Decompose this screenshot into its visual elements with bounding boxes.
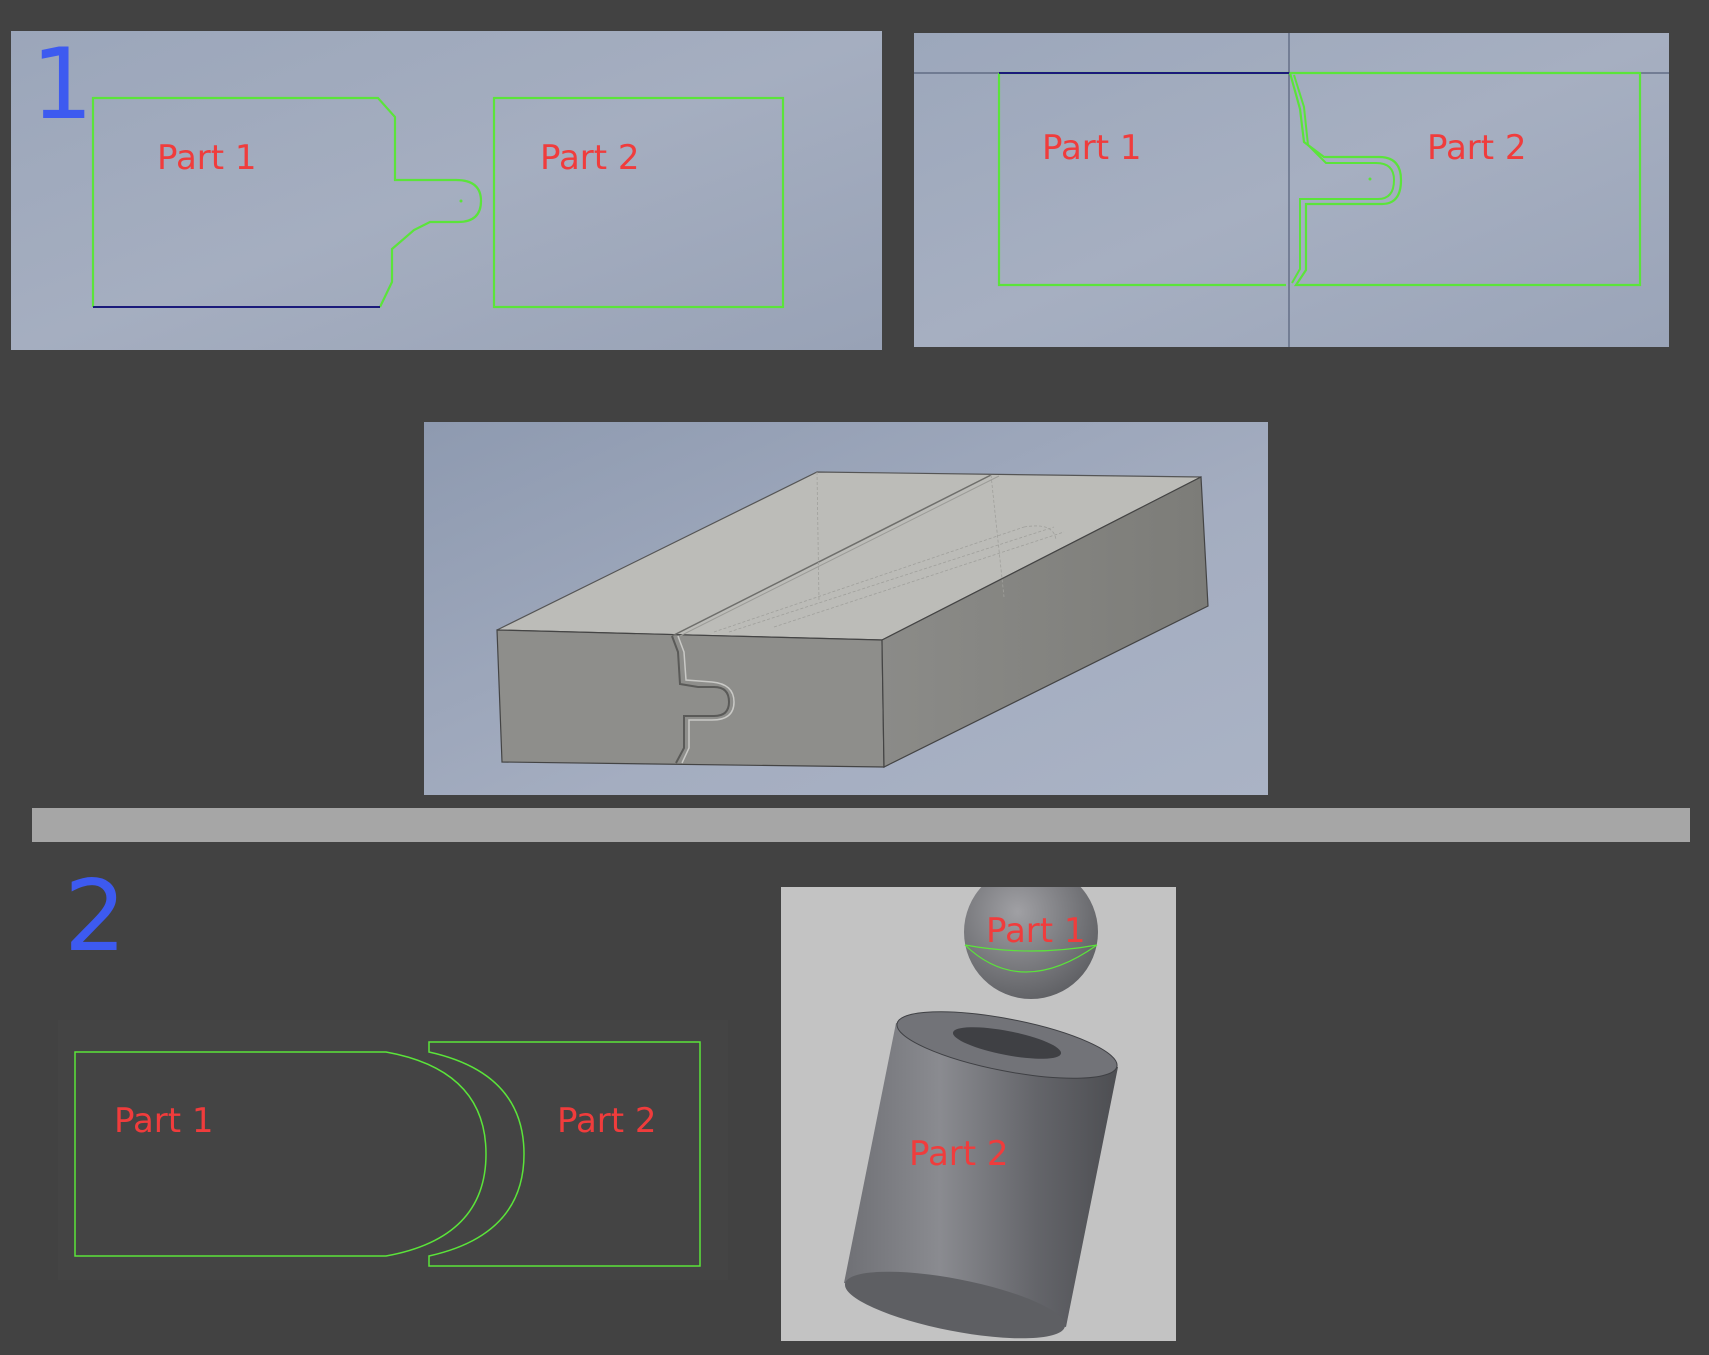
block-front-face: [496, 629, 885, 768]
part1-label: Part 1: [114, 1101, 214, 1141]
part1-label: Part 1: [986, 911, 1086, 951]
section-divider: [32, 808, 1690, 842]
jigsaw-tab-joint-mated-sketch-icon: Part 1 Part 2: [914, 33, 1669, 347]
model-panel-2b: Part 1 Part 2: [781, 887, 1176, 1341]
part2-label: Part 2: [1427, 128, 1527, 168]
sketch-panel-1a: Part 1 Part 2 1: [11, 31, 882, 350]
jigsaw-joint-3d-model-icon: [424, 422, 1268, 795]
part1-label: Part 1: [157, 138, 257, 178]
part2-label: Part 2: [909, 1134, 1009, 1174]
sketch-panel-1b: Part 1 Part 2: [914, 33, 1669, 347]
concave-convex-joint-sketch-icon: Part 1 Part 2: [58, 1020, 728, 1280]
model-panel-1c: [424, 422, 1268, 795]
part1-label: Part 1: [1042, 128, 1142, 168]
ball-and-socket-3d-model-icon: Part 1 Part 2: [781, 887, 1176, 1341]
jigsaw-tab-joint-sketch-icon: Part 1 Part 2: [11, 31, 882, 350]
section-1-number: 1: [31, 31, 94, 142]
part2-label: Part 2: [540, 138, 640, 178]
composite-figure: Part 1 Part 2 1 Part 1 Part 2 2 Part 1 P…: [0, 0, 1709, 1355]
part2-label: Part 2: [557, 1101, 657, 1141]
section-2-number: 2: [64, 860, 127, 974]
sketch-panel-2a: Part 1 Part 2: [58, 1020, 728, 1280]
